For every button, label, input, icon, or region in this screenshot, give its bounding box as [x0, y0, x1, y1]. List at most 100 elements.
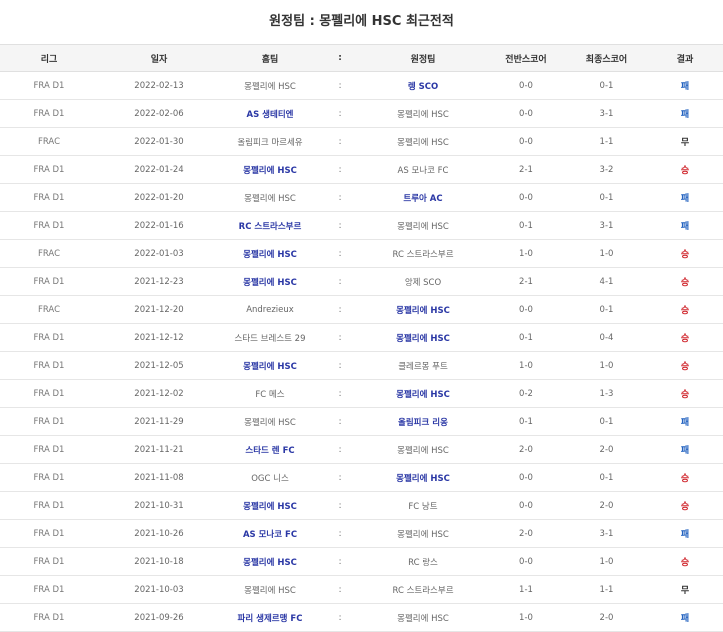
away-team-cell[interactable]: 몽펠리에 HSC [360, 127, 486, 156]
date-cell: 2022-01-20 [98, 183, 220, 212]
home-team-cell[interactable]: 파리 생제르맹 FC [220, 603, 320, 632]
away-team-cell[interactable]: AS 모나코 FC [360, 155, 486, 184]
league-cell: FRA D1 [0, 351, 98, 380]
result-cell: 승 [647, 463, 723, 492]
away-team-cell[interactable]: 몽펠리에 HSC [360, 99, 486, 128]
home-team-cell[interactable]: 몽펠리에 HSC [220, 267, 320, 296]
home-team-cell[interactable]: 올림피크 마르세유 [220, 127, 320, 156]
separator-cell: : [320, 351, 360, 380]
result-cell: 승 [647, 295, 723, 324]
table-row: FRA D1 2021-10-31 몽펠리에 HSC: FC 낭트 0-0 2-0 승 [0, 491, 723, 520]
half-score-cell: 1-0 [486, 351, 566, 380]
away-team-cell[interactable]: 클레르몽 푸트 [360, 351, 486, 380]
table-row: FRA D1 2022-02-13 몽펠리에 HSC: 렝 SCO 0-0 0-1 패 [0, 71, 723, 100]
home-team-cell[interactable]: 몽펠리에 HSC [220, 407, 320, 436]
date-cell: 2021-12-02 [98, 379, 220, 408]
half-score-cell: 2-0 [486, 435, 566, 464]
league-cell: FRAC [0, 295, 98, 324]
home-team-cell[interactable]: RC 스트라스부르 [220, 211, 320, 240]
header-result: 결과 [647, 44, 723, 72]
final-score-cell: 3-1 [566, 211, 647, 240]
half-score-cell: 0-0 [486, 295, 566, 324]
home-team-cell[interactable]: 몽펠리에 HSC [220, 491, 320, 520]
home-team-cell[interactable]: 몽펠리에 HSC [220, 239, 320, 268]
separator-cell: : [320, 491, 360, 520]
half-score-cell: 0-1 [486, 407, 566, 436]
away-team-cell[interactable]: RC 랑스 [360, 547, 486, 576]
away-team-cell[interactable]: RC 스트라스부르 [360, 575, 486, 604]
away-team-cell[interactable]: 몽펠리에 HSC [360, 463, 486, 492]
away-team-cell[interactable]: 몽펠리에 HSC [360, 211, 486, 240]
separator-cell: : [320, 267, 360, 296]
home-team-cell[interactable]: OGC 니스 [220, 463, 320, 492]
league-cell: FRA D1 [0, 547, 98, 576]
home-team-cell[interactable]: 스타드 브레스트 29 [220, 323, 320, 352]
home-team-cell[interactable]: 몽펠리에 HSC [220, 155, 320, 184]
table-row: FRA D1 2022-01-20 몽펠리에 HSC: 트루아 AC 0-0 0-1 패 [0, 183, 723, 212]
date-cell: 2021-10-31 [98, 491, 220, 520]
half-score-cell: 2-0 [486, 519, 566, 548]
date-cell: 2022-01-16 [98, 211, 220, 240]
final-score-cell: 2-0 [566, 603, 647, 632]
home-team-cell[interactable]: Andrezieux [220, 295, 320, 324]
away-team-cell[interactable]: 앙제 SCO [360, 267, 486, 296]
date-cell: 2021-12-20 [98, 295, 220, 324]
home-team-cell[interactable]: 몽펠리에 HSC [220, 575, 320, 604]
final-score-cell: 1-0 [566, 239, 647, 268]
final-score-cell: 0-1 [566, 295, 647, 324]
result-cell: 패 [647, 435, 723, 464]
away-team-cell[interactable]: 몽펠리에 HSC [360, 295, 486, 324]
final-score-cell: 2-0 [566, 435, 647, 464]
league-cell: FRA D1 [0, 519, 98, 548]
away-team-cell[interactable]: 렝 SCO [360, 71, 486, 100]
away-team-cell[interactable]: 몽펠리에 HSC [360, 519, 486, 548]
separator-cell: : [320, 603, 360, 632]
final-score-cell: 1-1 [566, 127, 647, 156]
away-team-cell[interactable]: 몽펠리에 HSC [360, 323, 486, 352]
final-score-cell: 0-1 [566, 463, 647, 492]
final-score-cell: 1-3 [566, 379, 647, 408]
away-team-cell[interactable]: RC 스트라스부르 [360, 239, 486, 268]
home-team-cell[interactable]: AS 모나코 FC [220, 519, 320, 548]
date-cell: 2021-10-26 [98, 519, 220, 548]
table-row: FRA D1 2022-02-06 AS 생테티엔: 몽펠리에 HSC 0-0 3-1 패 [0, 99, 723, 128]
separator-cell: : [320, 463, 360, 492]
league-cell: FRAC [0, 127, 98, 156]
header-final-score: 최종스코어 [566, 44, 647, 72]
home-team-cell[interactable]: 몽펠리에 HSC [220, 547, 320, 576]
final-score-cell: 2-0 [566, 491, 647, 520]
separator-cell: : [320, 155, 360, 184]
home-team-cell[interactable]: 스타드 렌 FC [220, 435, 320, 464]
result-cell: 무 [647, 127, 723, 156]
away-team-cell[interactable]: FC 낭트 [360, 491, 486, 520]
date-cell: 2021-12-12 [98, 323, 220, 352]
away-team-cell[interactable]: 올림피크 리옹 [360, 407, 486, 436]
result-cell: 패 [647, 71, 723, 100]
home-team-cell[interactable]: 몽펠리에 HSC [220, 183, 320, 212]
date-cell: 2022-02-06 [98, 99, 220, 128]
table-row: FRA D1 2022-01-24 몽펠리에 HSC: AS 모나코 FC 2-1 3-2… [0, 155, 723, 184]
page-title: 원정팀 : 몽펠리에 HSC 최근전적 [269, 14, 454, 29]
header-league: 리그 [0, 44, 98, 72]
half-score-cell: 2-1 [486, 267, 566, 296]
away-team-cell[interactable]: 몽펠리에 HSC [360, 379, 486, 408]
table-row: FRA D1 2021-12-05 몽펠리에 HSC: 클레르몽 푸트 1-0 1-0 승 [0, 351, 723, 380]
away-team-cell[interactable]: 트루아 AC [360, 183, 486, 212]
date-cell: 2021-09-26 [98, 603, 220, 632]
separator-cell: : [320, 239, 360, 268]
half-score-cell: 0-1 [486, 323, 566, 352]
result-cell: 승 [647, 351, 723, 380]
home-team-cell[interactable]: FC 메스 [220, 379, 320, 408]
away-team-cell[interactable]: 몽펠리에 HSC [360, 435, 486, 464]
table-row: FRA D1 2021-12-02 FC 메스: 몽펠리에 HSC 0-2 1-3 승 [0, 379, 723, 408]
home-team-cell[interactable]: 몽펠리에 HSC [220, 71, 320, 100]
header-half-score: 전반스코어 [486, 44, 566, 72]
result-cell: 승 [647, 267, 723, 296]
date-cell: 2022-01-24 [98, 155, 220, 184]
separator-cell: : [320, 435, 360, 464]
away-team-cell[interactable]: 몽펠리에 HSC [360, 603, 486, 632]
date-cell: 2021-10-03 [98, 575, 220, 604]
home-team-cell[interactable]: 몽펠리에 HSC [220, 351, 320, 380]
final-score-cell: 3-1 [566, 99, 647, 128]
home-team-cell[interactable]: AS 생테티엔 [220, 99, 320, 128]
